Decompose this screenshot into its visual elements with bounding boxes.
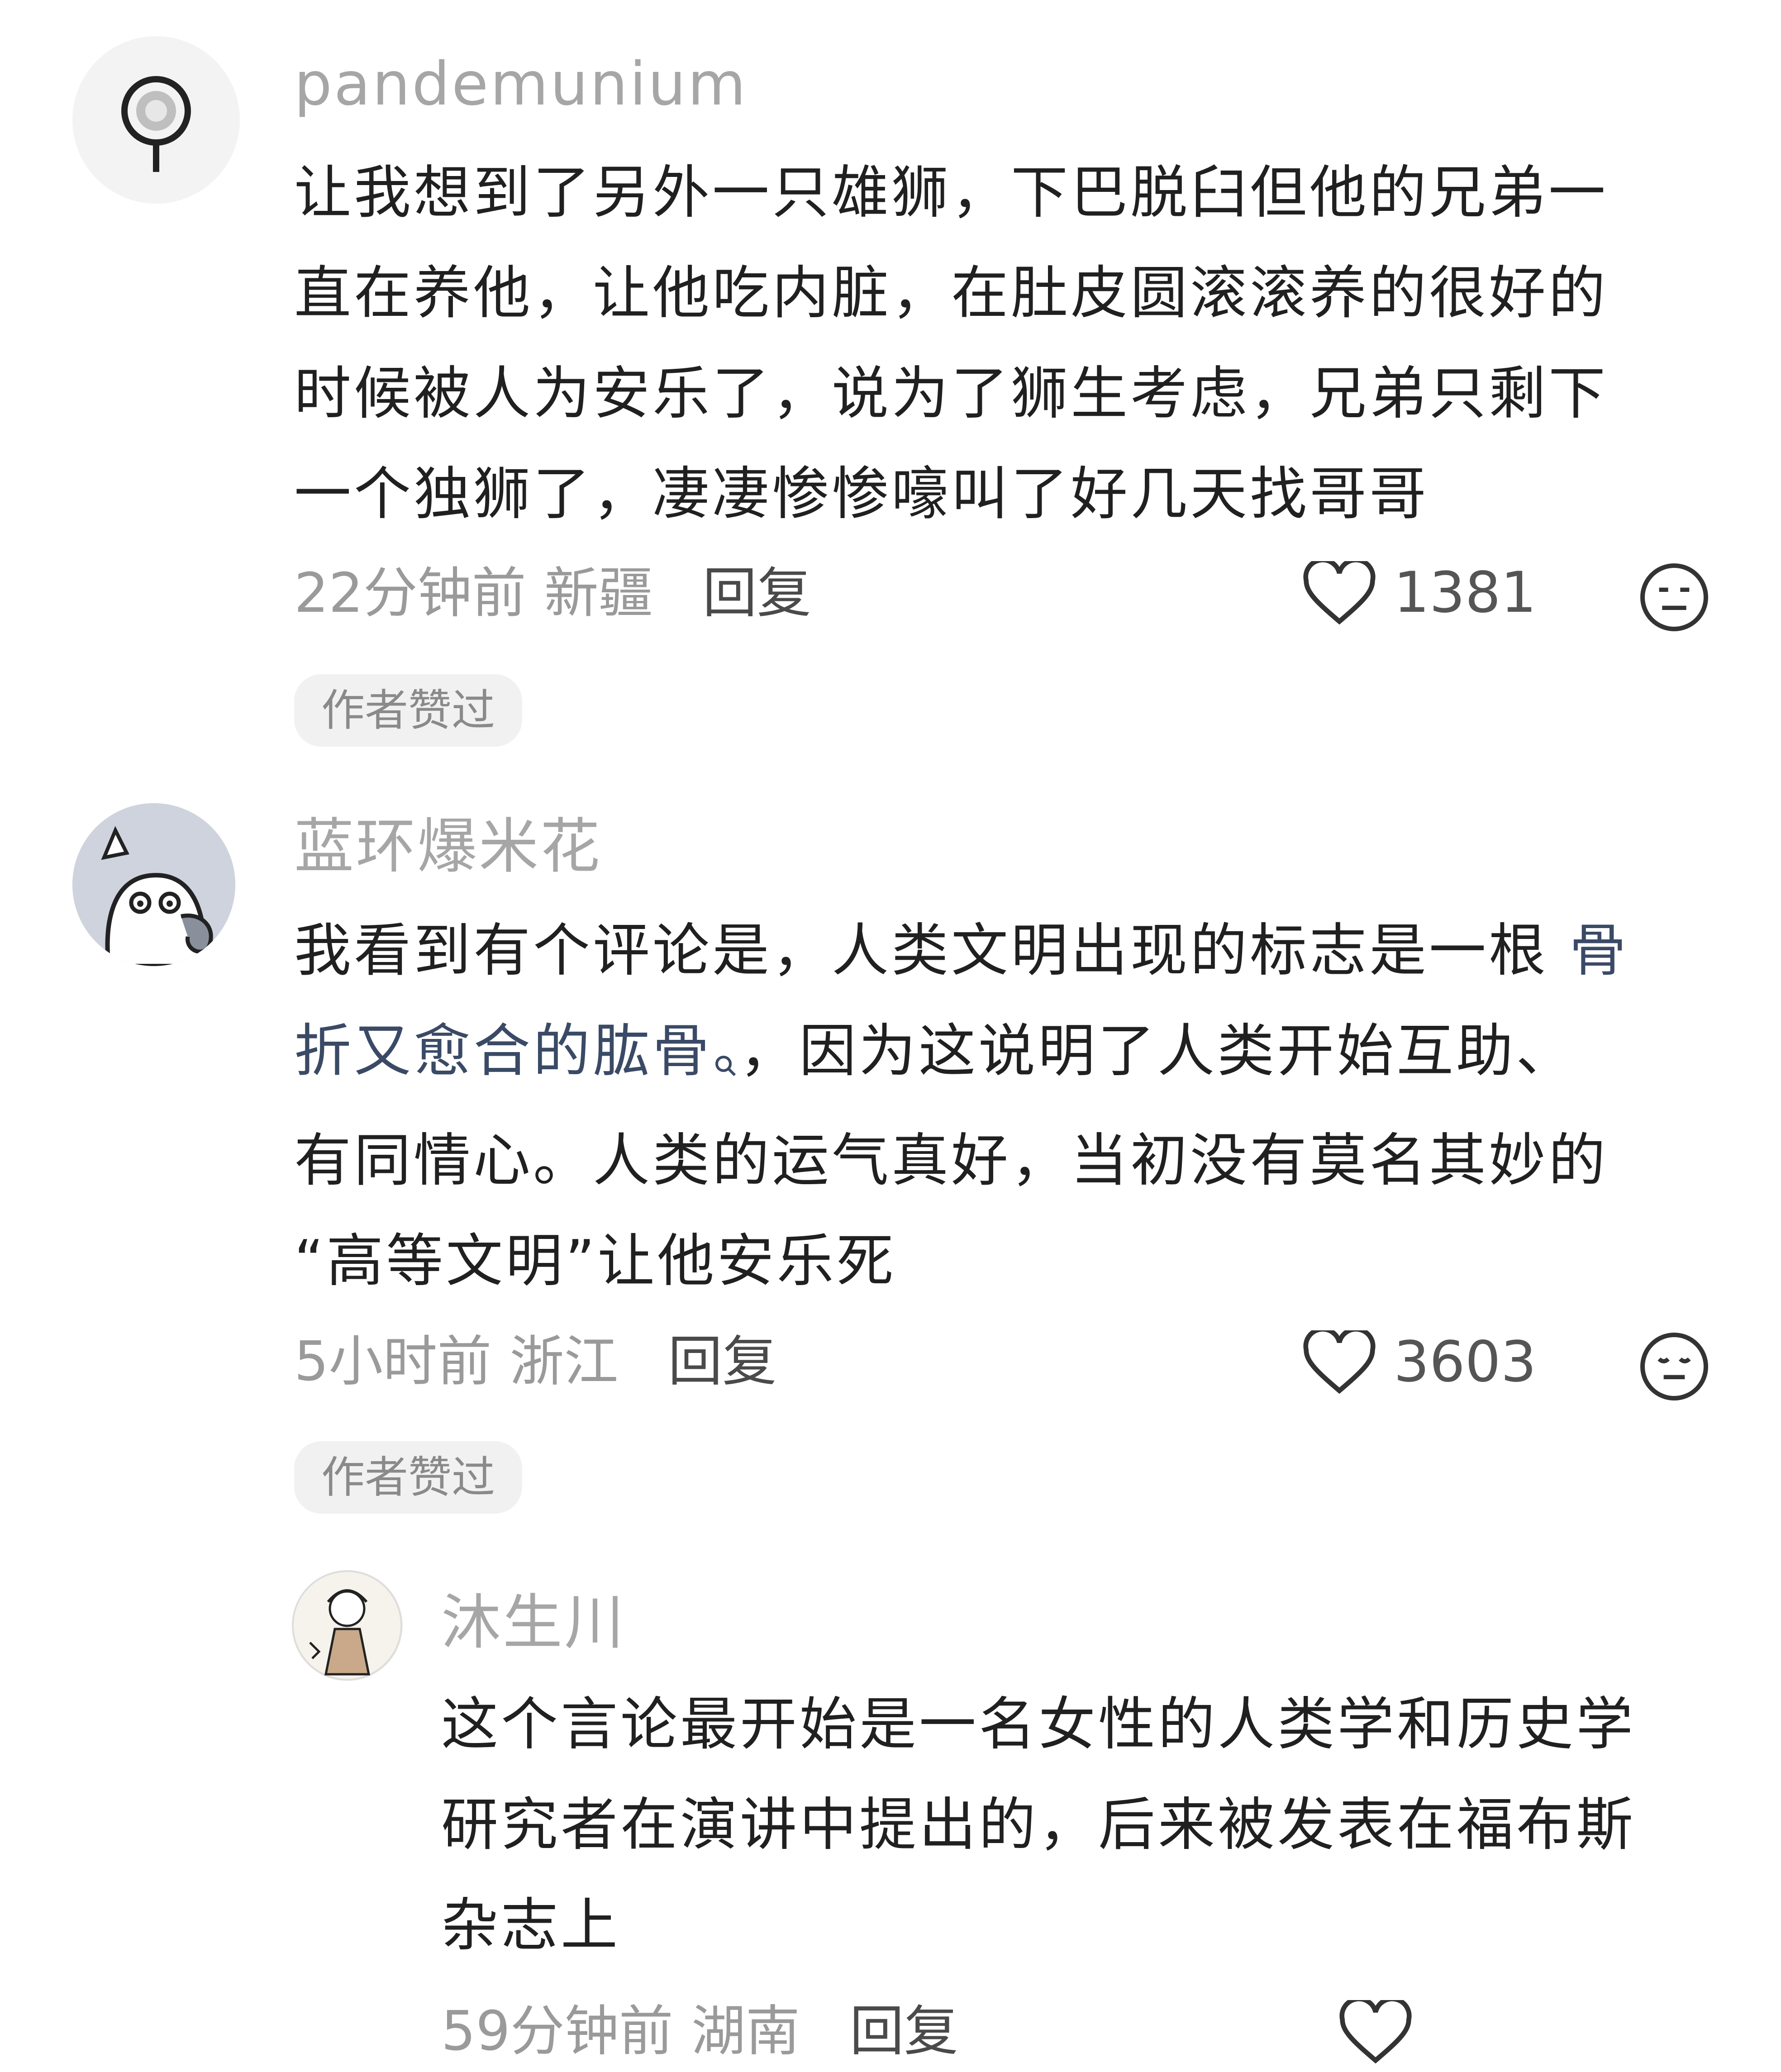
username[interactable]: pandemunium (294, 54, 748, 114)
comment-meta: 59分钟前 湖南 回复 (441, 2005, 958, 2059)
comment-line: 时候被人为安乐了，说为了狮生考虑，兄弟只剩下 (294, 360, 1608, 427)
comment-line: 一个独狮了，凄凄惨惨嚎叫了好几天找哥哥 (294, 461, 1429, 527)
cat-avatar-icon (72, 803, 235, 966)
timestamp: 22分钟前 (294, 562, 526, 625)
sketch-avatar-icon (292, 1570, 402, 1681)
like-count: 1381 (1394, 560, 1537, 625)
like-button[interactable]: 1381 (1303, 561, 1537, 624)
meh-face-icon[interactable] (1638, 561, 1710, 635)
search-small-icon[interactable] (712, 1010, 739, 1110)
comment-line: 杂志上 (441, 1892, 620, 1958)
comment-meta: 22分钟前 新疆 回复 (294, 567, 811, 621)
avatar[interactable] (72, 36, 240, 204)
comment-text-segment: ，因为这说明了人类开始互助、 (739, 1018, 1576, 1084)
heart-icon (1339, 2000, 1412, 2063)
search-link[interactable]: 骨 (1569, 917, 1629, 984)
author-liked-badge: 作者赞过 (294, 1441, 522, 1514)
comment-line: 我看到有个评论是，人类文明出现的标志是一根 骨 (294, 900, 1742, 1001)
like-button[interactable]: 3603 (1303, 1330, 1537, 1394)
heart-icon (1303, 561, 1376, 624)
author-liked-badge: 作者赞过 (294, 674, 522, 747)
meh-face-icon[interactable] (1638, 1330, 1710, 1405)
timestamp: 5小时前 (294, 1330, 492, 1393)
comment-text: 我看到有个评论是，人类文明出现的标志是一根 骨 折又愈合的肱骨 ，因为这说明了人类… (294, 900, 1742, 1311)
like-count: 3603 (1394, 1329, 1537, 1395)
comment-meta: 5小时前 浙江 回复 (294, 1335, 776, 1389)
like-button[interactable] (1339, 2000, 1430, 2063)
reply-button[interactable]: 回复 (668, 1330, 776, 1393)
comment-line: 研究者在演讲中提出的，后来被发表在福布斯 (441, 1791, 1636, 1858)
username[interactable]: 蓝环爆米花 (294, 817, 602, 876)
comment-line: 直在养他，让他吃内脏，在肚皮圆滚滚养的很好的 (294, 260, 1608, 326)
timestamp: 59分钟前 (441, 2000, 673, 2063)
location: 新疆 (544, 562, 653, 625)
comment-text: 这个言论最开始是一名女性的人类学和历史学 研究者在演讲中提出的，后来被发表在福布… (441, 1674, 1753, 1976)
reply-button[interactable]: 回复 (850, 2000, 958, 2063)
avatar[interactable] (292, 1570, 403, 1681)
location: 湖南 (691, 2000, 800, 2063)
comment-line: 折又愈合的肱骨 ，因为这说明了人类开始互助、 (294, 1001, 1742, 1110)
comment-text: 让我想到了另外一只雄狮，下巴脱臼但他的兄弟一 直在养他，让他吃内脏，在肚皮圆滚滚… (294, 143, 1719, 544)
comment-line: 让我想到了另外一只雄狮，下巴脱臼但他的兄弟一 (294, 159, 1608, 226)
username[interactable]: 沐生川 (441, 1593, 626, 1653)
avatar[interactable] (72, 803, 235, 966)
comment-text-segment: 我看到有个评论是，人类文明出现的标志是一根 (294, 917, 1570, 984)
reply-button[interactable]: 回复 (703, 562, 811, 625)
comment-line: 这个言论最开始是一名女性的人类学和历史学 (441, 1691, 1636, 1758)
lollipop-avatar-icon (121, 76, 191, 172)
search-link[interactable]: 折又愈合的肱骨 (294, 1018, 712, 1084)
comment-line: 有同情心。人类的运气真好，当初没有莫名其妙的 (294, 1127, 1608, 1194)
heart-icon (1303, 1330, 1376, 1394)
location: 浙江 (510, 1330, 619, 1393)
comment-line: “高等文明”让他安乐死 (294, 1228, 896, 1294)
